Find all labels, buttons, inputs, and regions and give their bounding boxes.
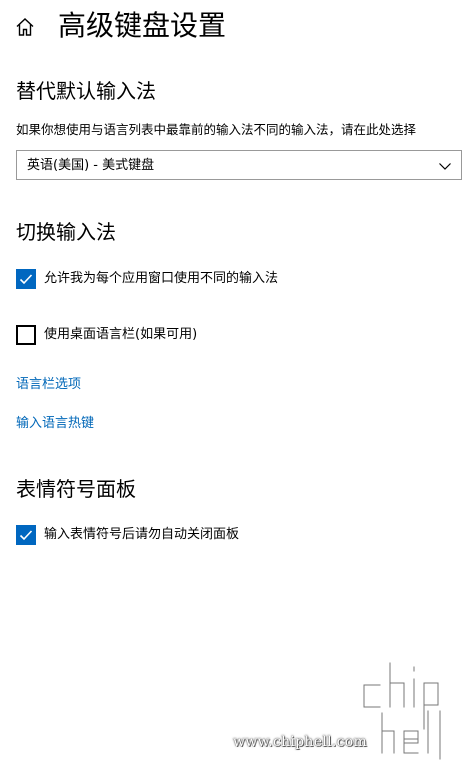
link-input-language-hotkeys[interactable]: 输入语言热键 [16, 415, 94, 433]
checkbox-emoji-auto-close[interactable] [16, 525, 36, 545]
checkbox-per-app-input-label: 允许我为每个应用窗口使用不同的输入法 [44, 271, 279, 286]
checkbox-language-bar[interactable] [16, 325, 36, 345]
section-title-switch-input: 切换输入法 [16, 220, 116, 244]
watermark: www.chiphell.com [231, 654, 461, 764]
home-icon [16, 18, 34, 36]
override-description: 如果你想使用与语言列表中最靠前的输入法不同的输入法，请在此处选择 [16, 122, 417, 137]
select-value: 英语(美国) - 美式键盘 [27, 158, 155, 173]
default-input-method-select[interactable]: 英语(美国) - 美式键盘 [16, 150, 462, 180]
checkbox-row-emoji-auto-close[interactable]: 输入表情符号后请勿自动关闭面板 [16, 524, 456, 546]
section-title-emoji-panel: 表情符号面板 [16, 477, 136, 501]
checkbox-language-bar-label: 使用桌面语言栏(如果可用) [44, 327, 198, 342]
section-title-override-input: 替代默认输入法 [16, 79, 156, 103]
page-title: 高级键盘设置 [58, 9, 227, 42]
link-language-bar-options[interactable]: 语言栏选项 [16, 376, 81, 394]
checkbox-row-per-app-input[interactable]: 允许我为每个应用窗口使用不同的输入法 [16, 268, 456, 290]
watermark-url: www.chiphell.com [233, 734, 368, 750]
checkbox-row-language-bar[interactable]: 使用桌面语言栏(如果可用) [16, 324, 456, 346]
checkmark-icon [19, 274, 33, 285]
checkmark-icon [19, 530, 33, 541]
header: 高级键盘设置 [0, 6, 467, 48]
chevron-down-icon [439, 163, 451, 170]
checkbox-per-app-input[interactable] [16, 269, 36, 289]
checkbox-emoji-auto-close-label: 输入表情符号后请勿自动关闭面板 [44, 527, 240, 542]
home-button[interactable] [14, 16, 36, 38]
